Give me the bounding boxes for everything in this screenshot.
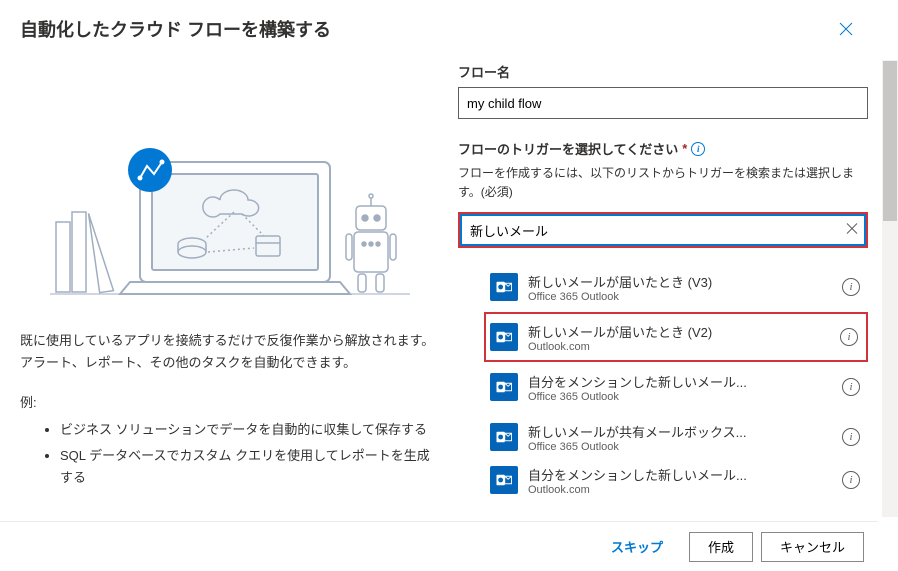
trigger-text: 新しいメールが届いたとき (V2) Outlook.com xyxy=(528,322,832,353)
create-button[interactable]: 作成 xyxy=(689,532,753,562)
skip-button[interactable]: スキップ xyxy=(593,532,681,562)
trigger-list: 新しいメールが届いたとき (V3) Office 365 Outlook i 新… xyxy=(458,262,868,498)
outlook-icon xyxy=(490,466,518,494)
info-icon[interactable]: i xyxy=(842,428,860,446)
info-icon[interactable]: i xyxy=(842,378,860,396)
trigger-help-text: フローを作成するには、以下のリストからトリガーを検索または選択します。(必須) xyxy=(458,164,868,202)
trigger-item[interactable]: 新しいメールが届いたとき (V3) Office 365 Outlook i xyxy=(490,262,868,312)
info-icon[interactable]: i xyxy=(691,142,705,156)
info-icon[interactable]: i xyxy=(840,328,858,346)
trigger-title: 新しいメールが共有メールボックス... xyxy=(528,422,834,441)
trigger-item[interactable]: 新しいメールが共有メールボックス... Office 365 Outlook i xyxy=(490,412,868,462)
trigger-item[interactable]: 自分をメンションした新しいメール... Office 365 Outlook i xyxy=(490,362,868,412)
trigger-label-text: フローのトリガーを選択してください xyxy=(458,139,678,158)
trigger-text: 自分をメンションした新しいメール... Outlook.com xyxy=(528,465,834,496)
trigger-section-label: フローのトリガーを選択してください * i xyxy=(458,139,868,158)
left-pane: 既に使用しているアプリを接続するだけで反復作業から解放されます。アラート、レポー… xyxy=(0,50,458,521)
dialog-body: 既に使用しているアプリを接続するだけで反復作業から解放されます。アラート、レポー… xyxy=(0,50,878,521)
outlook-icon xyxy=(490,373,518,401)
trigger-text: 自分をメンションした新しいメール... Office 365 Outlook xyxy=(528,372,834,403)
outlook-icon xyxy=(490,423,518,451)
trigger-connector: Office 365 Outlook xyxy=(528,391,834,403)
dialog: 自動化したクラウド フローを構築する xyxy=(0,0,878,571)
outlook-icon xyxy=(490,273,518,301)
examples-list: ビジネス ソリューションでデータを自動的に収集して保存する SQL データベース… xyxy=(20,419,438,489)
close-icon xyxy=(839,22,853,36)
info-icon[interactable]: i xyxy=(842,471,860,489)
illustration xyxy=(20,62,438,302)
examples-label: 例: xyxy=(20,392,438,411)
scrollbar[interactable] xyxy=(882,60,898,517)
info-icon[interactable]: i xyxy=(842,278,860,296)
required-asterisk: * xyxy=(682,141,687,156)
trigger-connector: Outlook.com xyxy=(528,341,832,353)
example-item: SQL データベースでカスタム クエリを使用してレポートを生成する xyxy=(60,445,438,489)
trigger-item[interactable]: 新しいメールが届いたとき (V2) Outlook.com i xyxy=(484,312,868,362)
dialog-footer: スキップ 作成 キャンセル xyxy=(0,521,878,571)
trigger-title: 新しいメールが届いたとき (V2) xyxy=(528,322,832,341)
trigger-title: 新しいメールが届いたとき (V3) xyxy=(528,272,834,291)
close-button[interactable] xyxy=(834,17,858,41)
dialog-title: 自動化したクラウド フローを構築する xyxy=(20,16,331,42)
close-icon xyxy=(846,223,858,235)
trigger-connector: Office 365 Outlook xyxy=(528,441,834,453)
flow-name-label: フロー名 xyxy=(458,62,868,81)
outlook-icon xyxy=(490,323,518,351)
clear-search-button[interactable] xyxy=(846,223,858,238)
trigger-search-input[interactable] xyxy=(460,214,866,246)
flow-name-input[interactable] xyxy=(458,87,868,119)
description-text: 既に使用しているアプリを接続するだけで反復作業から解放されます。アラート、レポー… xyxy=(20,330,438,374)
trigger-title: 自分をメンションした新しいメール... xyxy=(528,372,834,391)
trigger-text: 新しいメールが共有メールボックス... Office 365 Outlook xyxy=(528,422,834,453)
trigger-text: 新しいメールが届いたとき (V3) Office 365 Outlook xyxy=(528,272,834,303)
trigger-connector: Outlook.com xyxy=(528,484,834,496)
right-pane: フロー名 フローのトリガーを選択してください * i フローを作成するには、以下… xyxy=(458,50,878,521)
example-item: ビジネス ソリューションでデータを自動的に収集して保存する xyxy=(60,419,438,441)
cancel-button[interactable]: キャンセル xyxy=(761,532,864,562)
trigger-item[interactable]: 自分をメンションした新しいメール... Outlook.com i xyxy=(490,462,868,498)
scrollbar-thumb[interactable] xyxy=(883,61,897,221)
trigger-search-wrap xyxy=(458,212,868,248)
trigger-title: 自分をメンションした新しいメール... xyxy=(528,465,834,484)
dialog-header: 自動化したクラウド フローを構築する xyxy=(0,0,878,50)
trigger-connector: Office 365 Outlook xyxy=(528,291,834,303)
